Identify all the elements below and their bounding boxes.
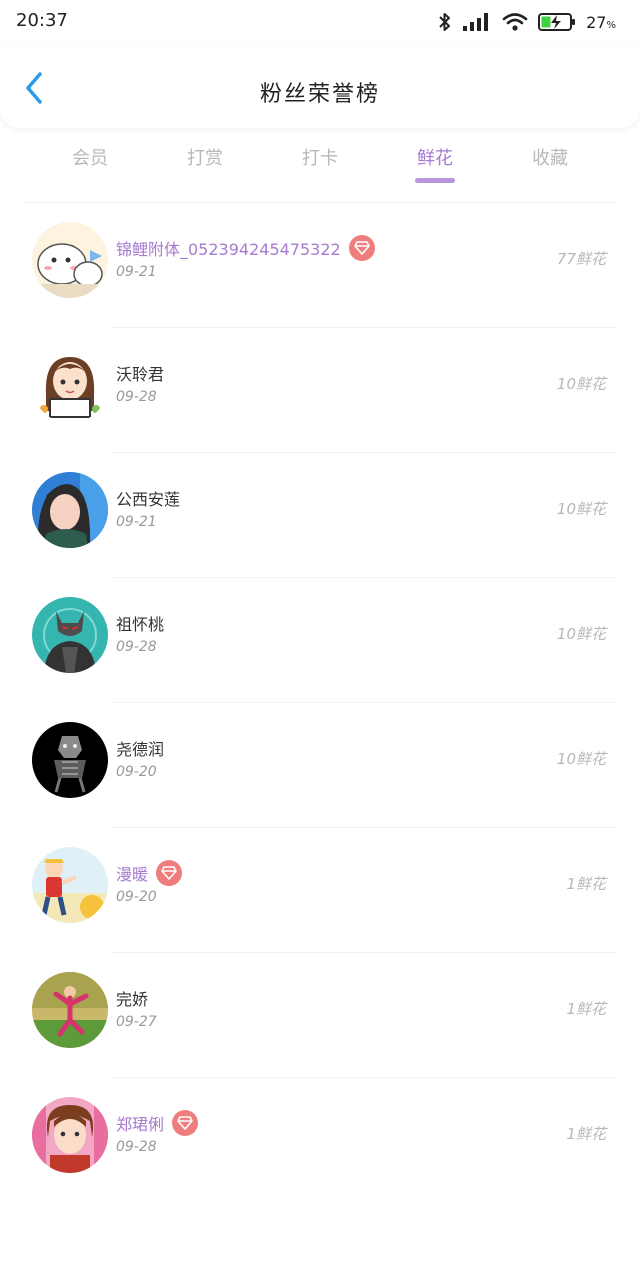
divider [110,827,616,828]
divider [110,1077,616,1078]
user-name: 公西安莲 [116,490,181,509]
flower-count: 1鲜花 [566,1000,606,1018]
list-item[interactable]: 锦鲤附体_052394245475322 09-21 77鲜花 [0,204,640,328]
list-item[interactable]: 公西安莲 09-21 10鲜花 [0,454,640,578]
tab-flowers[interactable]: 鲜花 [390,144,480,170]
header: 粉丝荣誉榜 [0,44,640,128]
date: 09-20 [116,764,157,780]
avatar [32,1097,108,1173]
status-bar: 20:37 27% [0,0,640,44]
avatar [32,472,108,548]
user-name: 祖怀桃 [116,615,165,634]
date: 09-21 [116,514,157,530]
flower-count: 10鲜花 [556,625,606,643]
bluetooth-icon [438,12,452,32]
avatar [32,347,108,423]
battery-level: 27% [586,12,616,32]
diamond-icon [348,235,375,261]
page-title: 粉丝荣誉榜 [259,82,380,107]
battery-charging-icon [538,12,576,32]
tab-tips[interactable]: 打赏 [160,144,250,170]
tab-favorites[interactable]: 收藏 [505,144,595,170]
tab-bar: 会员 打赏 打卡 鲜花 收藏 [0,134,640,194]
tab-active-indicator [415,178,455,183]
user-name: 沃聆君 [116,365,165,384]
list-item[interactable]: 沃聆君 09-28 10鲜花 [0,329,640,453]
flower-count: 1鲜花 [566,1125,606,1143]
status-time: 20:37 [16,10,68,31]
list-item[interactable]: 尧德润 09-20 10鲜花 [0,704,640,828]
divider [110,452,616,453]
date: 09-28 [116,639,157,655]
date: 09-28 [116,389,157,405]
date: 09-21 [116,264,157,280]
divider [110,952,616,953]
user-name: 尧德润 [116,740,165,759]
divider [110,702,616,703]
user-name: 锦鲤附体_052394245475322 [116,240,341,259]
list-item[interactable]: 漫暖 09-20 1鲜花 [0,829,640,953]
divider [24,202,616,203]
date: 09-28 [116,1139,157,1155]
user-name: 漫暖 [116,865,149,884]
list-item[interactable]: 完娇 09-27 1鲜花 [0,954,640,1078]
tab-members[interactable]: 会员 [45,144,135,170]
flower-count: 77鲜花 [556,250,606,268]
avatar [32,722,108,798]
flower-count: 1鲜花 [566,875,606,893]
avatar [32,597,108,673]
flower-count: 10鲜花 [556,750,606,768]
status-icons: 27% [438,10,616,34]
list-item[interactable]: 祖怀桃 09-28 10鲜花 [0,579,640,703]
diamond-icon [156,860,183,886]
avatar [32,972,108,1048]
date: 09-20 [116,889,157,905]
flower-count: 10鲜花 [556,500,606,518]
divider [110,577,616,578]
signal-icon [462,12,492,32]
date: 09-27 [116,1014,157,1030]
avatar [32,847,108,923]
user-name: 郑珺俐 [116,1115,165,1134]
tab-checkin[interactable]: 打卡 [275,144,365,170]
diamond-icon [172,1110,199,1136]
wifi-icon [502,12,528,32]
user-name: 完娇 [116,990,149,1009]
flower-count: 10鲜花 [556,375,606,393]
list-item[interactable]: 郑珺俐 09-28 1鲜花 [0,1079,640,1203]
avatar [32,222,108,298]
divider [110,327,616,328]
